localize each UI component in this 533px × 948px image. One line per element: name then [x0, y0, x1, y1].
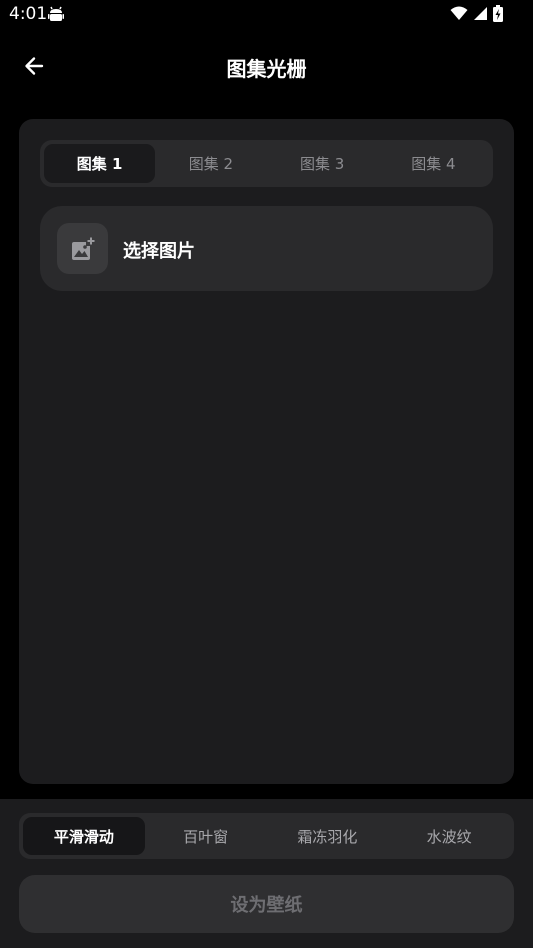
tab-gallery-2[interactable]: 图集 2 [155, 144, 266, 183]
tab-gallery-3[interactable]: 图集 3 [267, 144, 378, 183]
set-wallpaper-button[interactable]: 设为壁纸 [19, 875, 514, 933]
tab-effect-smooth-slide[interactable]: 平滑滑动 [23, 817, 145, 855]
status-icons [450, 5, 503, 26]
gallery-card: 图集 1 图集 2 图集 3 图集 4 选择图片 [19, 119, 514, 784]
tab-gallery-4[interactable]: 图集 4 [378, 144, 489, 183]
screen: 4:01 图集光栅 图集 1 图集 2 图集 3 图集 4 选择图片 平滑滑动 … [0, 0, 533, 948]
signal-icon [473, 6, 488, 25]
status-bar: 4:01 [0, 0, 533, 30]
effect-tabs: 平滑滑动 百叶窗 霜冻羽化 水波纹 [19, 813, 514, 859]
android-debug-icon [47, 5, 65, 23]
page-title: 图集光栅 [226, 57, 307, 81]
tab-gallery-1[interactable]: 图集 1 [44, 144, 156, 183]
tab-effect-ripple[interactable]: 水波纹 [388, 817, 510, 855]
wifi-icon [450, 6, 468, 25]
tab-effect-frost-feather[interactable]: 霜冻羽化 [267, 817, 389, 855]
gallery-tabs: 图集 1 图集 2 图集 3 图集 4 [40, 140, 493, 187]
select-image-label: 选择图片 [123, 241, 195, 262]
select-image-button[interactable]: 选择图片 [40, 206, 493, 291]
status-time: 4:01 [9, 4, 48, 24]
add-photo-icon [57, 223, 108, 274]
battery-charging-icon [493, 5, 503, 26]
bottom-panel: 平滑滑动 百叶窗 霜冻羽化 水波纹 设为壁纸 [0, 799, 533, 948]
tab-effect-blinds[interactable]: 百叶窗 [145, 817, 267, 855]
